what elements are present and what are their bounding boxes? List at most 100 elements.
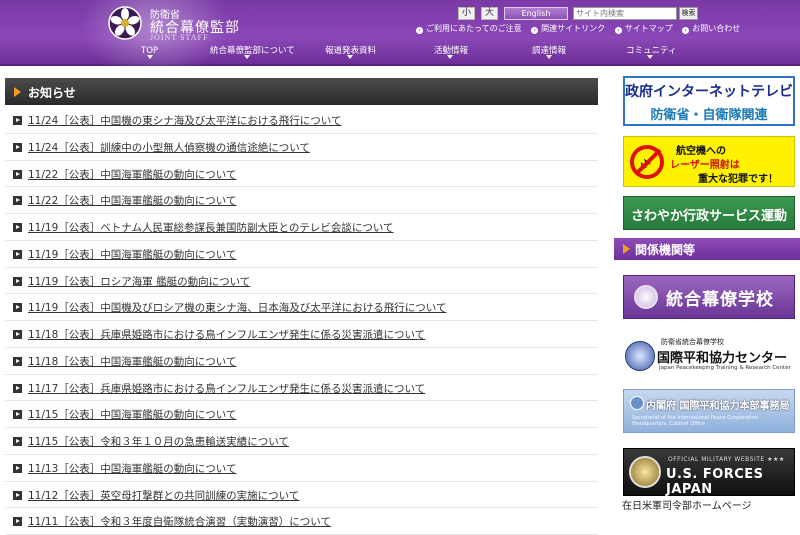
search-button[interactable]: 検索 bbox=[679, 7, 698, 20]
news-section-header: お知らせ bbox=[5, 78, 598, 105]
bullet-arrow-icon bbox=[13, 223, 22, 232]
search-input[interactable] bbox=[573, 7, 677, 20]
news-link[interactable]: 11/17［公表］兵庫県姫路市における鳥インフルエンザ発生に係る災害派遣について bbox=[28, 381, 425, 396]
english-button[interactable]: English bbox=[504, 7, 568, 20]
news-item: 11/17［公表］兵庫県姫路市における鳥インフルエンザ発生に係る災害派遣について bbox=[5, 375, 598, 402]
school-seal-icon bbox=[634, 285, 658, 309]
cherry-blossom-emblem-icon[interactable] bbox=[108, 6, 142, 40]
banner-text: 国際平和協力センター bbox=[657, 351, 788, 366]
site-header: 防衛省 統合幕僚監部 JOINT STAFF 小 大 English 検索 ›ご… bbox=[0, 0, 800, 80]
nav-about[interactable]: 統合幕僚監部について bbox=[210, 44, 295, 58]
news-item: 11/13［公表］中国海軍艦艇の動向について bbox=[5, 455, 598, 482]
arrow-circle-icon: › bbox=[416, 27, 423, 34]
utility-links: › ご利用にあたってのご注意 › 関連サイトリンク › サイトマップ › お問い合わせ bbox=[416, 23, 747, 35]
news-item: 11/12［公表］英空母打撃群との共同訓練の実施について bbox=[5, 482, 598, 509]
font-size-small-button[interactable]: 小 bbox=[458, 7, 475, 20]
bullet-arrow-icon bbox=[13, 490, 22, 500]
sawayaka-service-banner[interactable]: さわやか行政サービス運動 bbox=[623, 196, 795, 230]
bullet-arrow-icon bbox=[13, 276, 22, 286]
arrow-circle-icon: › bbox=[682, 27, 690, 34]
pko-secretariat-banner[interactable]: 内閣府 国際平和協力本部事務局 Secretariat of the Inter… bbox=[623, 389, 795, 433]
banner-text: 航空機への bbox=[676, 146, 726, 157]
sidebar: 政府インターネットテレビ 防衛省・自衛隊関連 ✈ 航空機への レーザー照射は 重… bbox=[614, 76, 800, 533]
util-link-related-sites[interactable]: › 関連サイトリンク bbox=[531, 23, 605, 34]
news-item: 11/19［公表］中国海軍艦艇の動向について bbox=[5, 241, 598, 268]
util-link-sitemap[interactable]: › サイトマップ bbox=[614, 23, 673, 34]
bullet-arrow-icon bbox=[13, 410, 22, 420]
news-list: 11/24［公表］中国機の東シナ海及び太平洋における飛行について 11/24［公… bbox=[5, 107, 598, 535]
news-item: 11/22［公表］中国海軍艦艇の動向について bbox=[5, 161, 598, 188]
news-item: 11/15［公表］令和３年１０月の急患輸送実績について bbox=[5, 428, 598, 455]
news-item: 11/19［公表］ロシア海軍 艦艇の動向について bbox=[5, 268, 598, 295]
banner-text: 防衛省・自衛隊関連 bbox=[650, 108, 768, 123]
news-item: 11/15［公表］中国海軍艦艇の動向について bbox=[5, 401, 598, 428]
peacekeeping-center-banner[interactable]: 防衛省統合幕僚学校 国際平和協力センター Japan Peacekeeping … bbox=[623, 333, 795, 379]
banner-text: OFFICIAL MILITARY WEBSITE ★★★ bbox=[668, 456, 785, 463]
chevron-down-icon bbox=[244, 55, 250, 59]
bullet-arrow-icon bbox=[13, 383, 22, 393]
news-link[interactable]: 11/19［公表］中国海軍艦艇の動向について bbox=[28, 247, 236, 262]
util-link-label: お問い合わせ bbox=[692, 24, 741, 33]
util-link-label: サイトマップ bbox=[624, 24, 673, 33]
banner-text: 政府インターネットテレビ bbox=[625, 84, 793, 100]
news-link[interactable]: 11/22［公表］中国海軍艦艇の動向について bbox=[28, 193, 236, 208]
news-link[interactable]: 11/12［公表］英空母打撃群との共同訓練の実施について bbox=[28, 488, 299, 503]
usfj-banner[interactable]: OFFICIAL MILITARY WEBSITE ★★★ U.S. FORCE… bbox=[623, 448, 795, 497]
news-link[interactable]: 11/24［公表］中国機の東シナ海及び太平洋における飛行について bbox=[28, 113, 341, 128]
related-orgs-title: 関係機関等 bbox=[635, 243, 696, 257]
banner-text: 重大な犯罪です！ bbox=[698, 174, 778, 185]
chevron-down-icon bbox=[447, 55, 453, 59]
arrow-right-icon bbox=[623, 244, 630, 254]
banner-text: レーザー照射は bbox=[670, 160, 740, 171]
font-size-large-button[interactable]: 大 bbox=[481, 7, 498, 20]
bullet-arrow-icon bbox=[13, 356, 22, 366]
bullet-arrow-icon bbox=[13, 463, 22, 473]
chevron-down-icon bbox=[647, 55, 653, 59]
util-link-label: ご利用にあたってのご注意 bbox=[426, 24, 522, 33]
banner-text: 統合幕僚学校 bbox=[666, 290, 774, 310]
bullet-arrow-icon bbox=[13, 437, 22, 446]
news-link[interactable]: 11/19［公表］ロシア海軍 艦艇の動向について bbox=[28, 274, 250, 289]
news-item: 11/18［公表］中国海軍艦艇の動向について bbox=[5, 348, 598, 375]
news-link[interactable]: 11/22［公表］中国海軍艦艇の動向について bbox=[28, 167, 236, 182]
banner-text: Secretariat of the International Peace C… bbox=[632, 415, 758, 427]
bullet-arrow-icon bbox=[13, 116, 22, 125]
news-section-title: お知らせ bbox=[28, 86, 76, 100]
banner-text: 防衛省統合幕僚学校 bbox=[661, 338, 724, 346]
news-link[interactable]: 11/15［公表］令和３年１０月の急患輸送実績について bbox=[28, 434, 289, 449]
no-laser-icon: ✈ bbox=[630, 145, 664, 179]
arrow-right-icon bbox=[14, 87, 21, 97]
arrow-circle-icon: › bbox=[531, 27, 539, 34]
main-content: お知らせ 11/24［公表］中国機の東シナ海及び太平洋における飛行について 11… bbox=[5, 78, 598, 535]
news-link[interactable]: 11/19［公表］中国機及びロシア機の東シナ海、日本海及び太平洋における飛行につ… bbox=[28, 300, 446, 315]
news-link[interactable]: 11/24［公表］訓練中の小型無人偵察機の通信途絶について bbox=[28, 140, 310, 155]
chevron-down-icon bbox=[147, 55, 153, 59]
bullet-arrow-icon bbox=[13, 517, 22, 527]
news-item: 11/11［公表］令和３年度自衛隊統合演習（実動演習）について bbox=[5, 508, 598, 535]
joint-staff-college-banner[interactable]: 統合幕僚学校 bbox=[623, 275, 795, 319]
laser-warning-banner[interactable]: ✈ 航空機への レーザー照射は 重大な犯罪です！ bbox=[623, 136, 795, 187]
related-orgs-header: 関係機関等 bbox=[614, 238, 800, 260]
news-link[interactable]: 11/13［公表］中国海軍艦艇の動向について bbox=[28, 461, 236, 476]
news-item: 11/18［公表］兵庫県姫路市における鳥インフルエンザ発生に係る災害派遣について bbox=[5, 321, 598, 348]
news-link[interactable]: 11/18［公表］兵庫県姫路市における鳥インフルエンザ発生に係る災害派遣について bbox=[28, 327, 425, 342]
banner-text: Japan Peacekeeping Training & Research C… bbox=[659, 365, 791, 371]
bullet-arrow-icon bbox=[13, 303, 22, 313]
news-item: 11/19［公表］ベトナム人民軍総参謀長兼国防副大臣とのテレビ会談について bbox=[5, 214, 598, 241]
news-item: 11/22［公表］中国海軍艦艇の動向について bbox=[5, 187, 598, 214]
util-link-contact[interactable]: › お問い合わせ bbox=[682, 23, 740, 34]
util-link-notice[interactable]: › ご利用にあたってのご注意 bbox=[416, 23, 522, 34]
news-link[interactable]: 11/15［公表］中国海軍艦艇の動向について bbox=[28, 407, 236, 422]
bullet-arrow-icon bbox=[13, 196, 22, 206]
cabinet-seal-icon bbox=[630, 396, 644, 410]
bullet-arrow-icon bbox=[13, 142, 22, 152]
site-title-english: JOINT STAFF bbox=[150, 33, 209, 42]
global-nav: TOP 統合幕僚監部について 報道発表資料 活動情報 調達情報 コミュニティ bbox=[0, 44, 800, 64]
news-link[interactable]: 11/11［公表］令和３年度自衛隊統合演習（実動演習）について bbox=[28, 514, 331, 529]
news-item: 11/24［公表］訓練中の小型無人偵察機の通信途絶について bbox=[5, 134, 598, 161]
usfj-caption[interactable]: 在日米軍司令部ホームページ bbox=[622, 497, 752, 512]
gov-internet-tv-banner[interactable]: 政府インターネットテレビ 防衛省・自衛隊関連 bbox=[623, 76, 795, 126]
bullet-arrow-icon bbox=[13, 249, 22, 259]
news-link[interactable]: 11/18［公表］中国海軍艦艇の動向について bbox=[28, 354, 236, 369]
news-link[interactable]: 11/19［公表］ベトナム人民軍総参謀長兼国防副大臣とのテレビ会談について bbox=[28, 220, 394, 235]
